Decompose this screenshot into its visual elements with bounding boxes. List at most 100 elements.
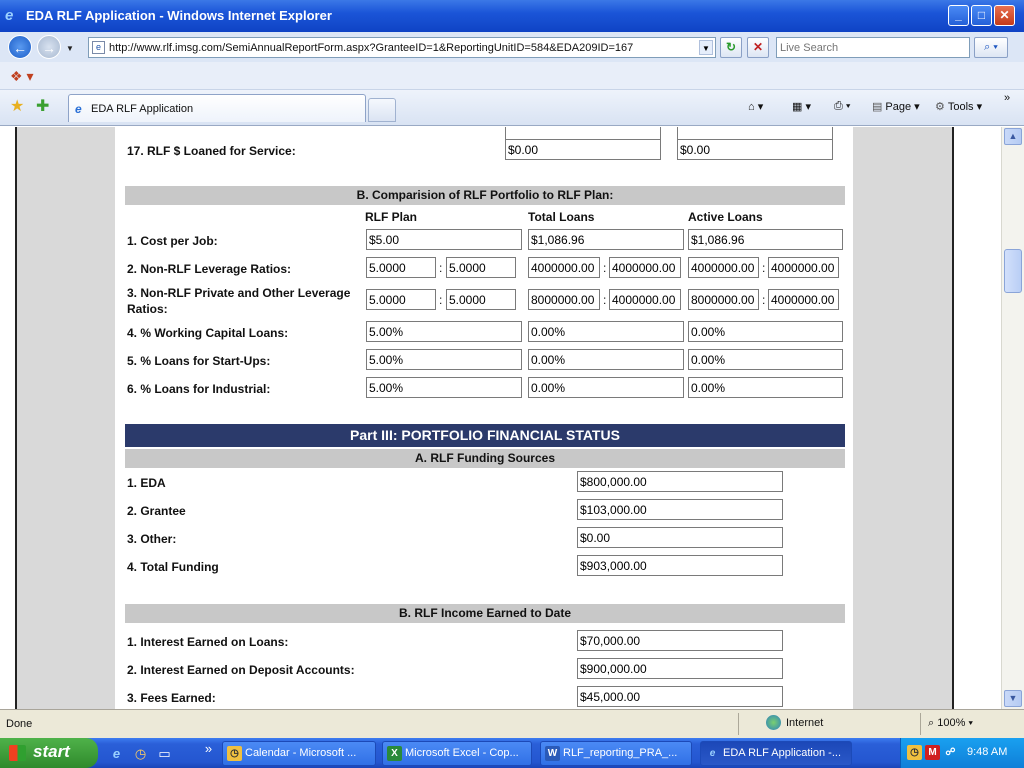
scroll-down-button[interactable]: ▼ [1004,690,1022,707]
working-capital-active[interactable] [688,321,843,342]
leverage-active-a[interactable] [688,257,759,278]
cost-per-job-active[interactable] [688,229,843,250]
status-bar: Done Internet ⌕ 100% ▾ [0,709,1024,738]
quicklaunch-more-icon[interactable]: » [200,740,217,757]
tab-eda-rlf[interactable]: e EDA RLF Application [68,94,366,122]
chevron-more-icon[interactable]: » [1004,92,1010,104]
task-label: EDA RLF Application -... [723,747,841,759]
outlook-quicklaunch-icon[interactable]: ◷ [132,745,149,762]
leverage-active-b[interactable] [768,257,839,278]
back-button[interactable]: ← [8,35,32,59]
part3-header: Part III: PORTFOLIO FINANCIAL STATUS [125,424,845,447]
start-ups-active[interactable] [688,349,843,370]
leverage-total-b[interactable] [609,257,681,278]
private-leverage-plan-b[interactable] [446,289,516,310]
ratio-separator: : [762,261,766,275]
add-favorites-icon[interactable]: ✚ [36,96,49,116]
cost-per-job-total[interactable] [528,229,684,250]
row17-field-2[interactable] [677,139,833,160]
recent-pages-dropdown[interactable]: ▼ [66,44,74,53]
task-ie[interactable]: e EDA RLF Application -... [700,741,852,766]
search-input[interactable] [780,39,968,56]
network-icon[interactable]: ☍ [943,745,958,760]
industrial-active[interactable] [688,377,843,398]
interest-loans-label: 1. Interest Earned on Loans: [127,635,289,649]
task-excel[interactable]: X Microsoft Excel - Cop... [382,741,532,766]
task-calendar[interactable]: ◷ Calendar - Microsoft ... [222,741,376,766]
zoom-level[interactable]: ⌕ 100% ▾ [928,717,973,730]
col-rlf-plan: RLF Plan [365,210,418,224]
industrial-plan[interactable] [366,377,522,398]
search-button[interactable]: ⌕ ▾ [974,37,1008,58]
private-leverage-total-a[interactable] [528,289,600,310]
funding-sources-header: A. RLF Funding Sources [125,449,845,468]
private-leverage-label-2: Ratios: [127,302,168,316]
stop-button[interactable]: ✕ [747,37,769,58]
leverage-plan-a[interactable] [366,257,436,278]
cost-per-job-plan[interactable] [366,229,522,250]
ratio-separator: : [439,261,443,275]
address-dropdown-icon[interactable]: ▼ [699,40,713,55]
scroll-thumb[interactable] [1004,249,1022,293]
gear-icon: ⚙ [935,101,945,113]
forward-button[interactable]: → [37,35,61,59]
vertical-scrollbar[interactable]: ▲ ▼ [1001,127,1024,709]
leverage-ratio-label: 2. Non-RLF Leverage Ratios: [127,262,292,276]
total-funding-field[interactable] [577,555,783,576]
grantee-field[interactable] [577,499,783,520]
show-desktop-icon[interactable]: ▭ [156,745,173,762]
row17-field-1[interactable] [505,139,661,160]
interest-deposit-field[interactable] [577,658,783,679]
page-menu[interactable]: ▤ Page ▾ [872,100,920,113]
task-word[interactable]: W RLF_reporting_PRA_... [540,741,692,766]
ie-quicklaunch-icon[interactable]: e [108,745,125,762]
reminder-icon[interactable]: ◷ [907,745,922,760]
close-button[interactable]: ✕ [994,5,1015,26]
eda-field[interactable] [577,471,783,492]
interest-loans-field[interactable] [577,630,783,651]
leverage-total-a[interactable] [528,257,600,278]
start-ups-label: 5. % Loans for Start-Ups: [127,354,271,368]
maximize-button[interactable]: □ [971,5,992,26]
status-text: Done [6,718,33,730]
taskbar: start e ◷ ▭ » ◷ Calendar - Microsoft ...… [0,738,1024,768]
start-ups-total[interactable] [528,349,684,370]
home-icon[interactable]: ⌂ ▾ [748,100,763,113]
cost-per-job-label: 1. Cost per Job: [127,234,218,248]
toolbar-icon[interactable]: ❖ ▾ [10,68,33,85]
ie-page-icon: e [75,102,82,116]
minimize-button[interactable]: _ [948,5,969,26]
address-input[interactable] [109,40,689,55]
tools-menu[interactable]: ⚙ Tools ▾ [935,100,982,113]
antivirus-icon[interactable]: M [925,745,940,760]
section-b-header: B. Comparision of RLF Portfolio to RLF P… [125,186,845,205]
favorites-star-icon[interactable]: ★ [10,96,24,116]
start-button[interactable]: start [0,738,98,768]
status-divider [920,713,921,735]
other-field[interactable] [577,527,783,548]
working-capital-total[interactable] [528,321,684,342]
interest-deposit-label: 2. Interest Earned on Deposit Accounts: [127,663,355,677]
working-capital-label: 4. % Working Capital Loans: [127,326,289,340]
private-leverage-plan-a[interactable] [366,289,436,310]
leverage-plan-b[interactable] [446,257,516,278]
industrial-label: 6. % Loans for Industrial: [127,382,271,396]
scroll-up-button[interactable]: ▲ [1004,128,1022,145]
start-ups-plan[interactable] [366,349,522,370]
ratio-separator: : [603,293,607,307]
private-leverage-total-b[interactable] [609,289,681,310]
private-leverage-active-a[interactable] [688,289,759,310]
feeds-icon[interactable]: ▦ ▾ [792,100,811,113]
working-capital-plan[interactable] [366,321,522,342]
refresh-button[interactable]: ↻ [720,37,742,58]
private-leverage-active-b[interactable] [768,289,839,310]
print-icon[interactable]: ⎙ ▾ [834,100,850,113]
industrial-total[interactable] [528,377,684,398]
ratio-separator: : [762,293,766,307]
title-bar: e EDA RLF Application - Windows Internet… [0,0,1024,32]
fees-field[interactable] [577,686,783,707]
page-background-left [17,127,115,709]
page-margin-right [952,127,1001,709]
new-tab-button[interactable] [368,98,396,122]
page-margin-left [0,127,17,709]
